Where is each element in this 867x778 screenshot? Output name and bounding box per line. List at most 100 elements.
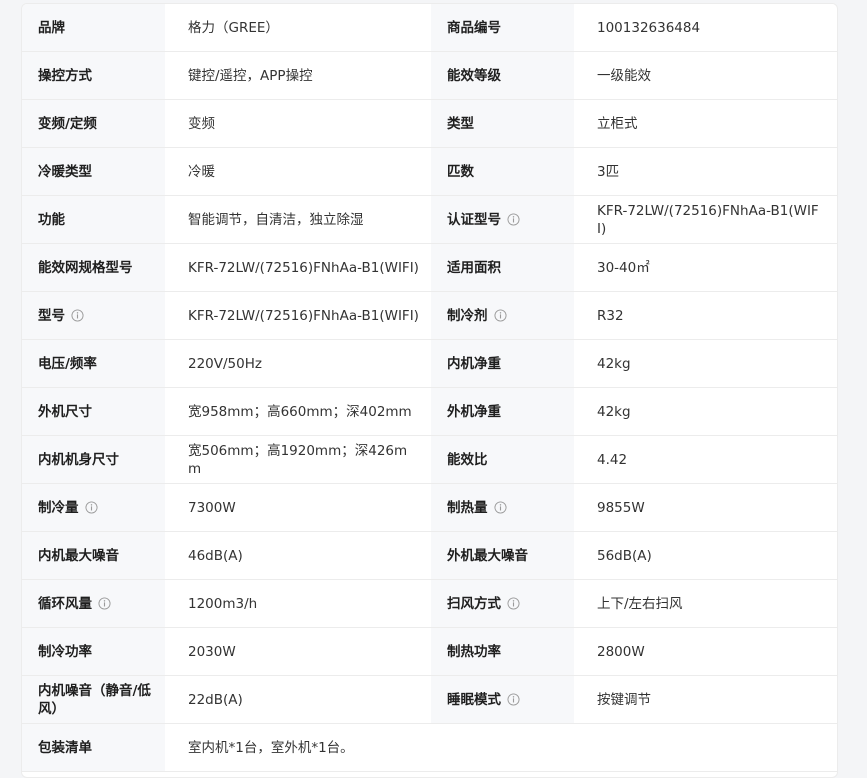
spec-label-cell: 变频/定频	[22, 100, 165, 148]
spec-table-card: 品牌 格力（GREE） 商品编号 100132636484 操控方式 键控/遥控，APP操…	[21, 3, 838, 778]
spec-label-text: 冷暖类型	[38, 163, 92, 180]
spec-value-text: 56dB(A)	[597, 547, 652, 564]
spec-value-cell: 42kg	[574, 388, 837, 436]
spec-value-cell: 按键调节	[574, 676, 837, 724]
spec-value-text: 智能调节，自清洁，独立除湿	[188, 211, 364, 228]
spec-value-text: 22dB(A)	[188, 691, 243, 708]
info-circle-icon[interactable]	[84, 501, 98, 514]
spec-value-text: 立柜式	[597, 115, 638, 132]
spec-value-cell: 100132636484	[574, 4, 837, 52]
spec-label-text: 内机最大噪音	[38, 547, 119, 564]
spec-value-text: 2030W	[188, 643, 236, 660]
spec-label-text: 外机最大噪音	[447, 547, 528, 564]
spec-value-text: R32	[597, 307, 624, 324]
spec-label-cell: 睡眠模式	[431, 676, 574, 724]
spec-label-cell: 外机尺寸	[22, 388, 165, 436]
spec-value-text: 宽506mm；高1920mm；深426mm	[188, 442, 408, 477]
spec-value-text: 1200m3/h	[188, 595, 258, 612]
spec-label-cell: 循环风量	[22, 580, 165, 628]
spec-value-text: 3匹	[597, 163, 620, 180]
spec-value-text: 100132636484	[597, 19, 701, 36]
spec-value-cell: KFR-72LW/(72516)FNhAa-B1(WIFI)	[165, 244, 431, 292]
spec-value-cell: 3匹	[574, 148, 837, 196]
spec-label-text: 变频/定频	[38, 115, 97, 132]
spec-value-cell: 上下/左右扫风	[574, 580, 837, 628]
spec-label-cell: 包装清单	[22, 724, 165, 772]
spec-label-text: 制冷功率	[38, 643, 92, 660]
spec-value-cell: 9855W	[574, 484, 837, 532]
spec-label-text: 外机尺寸	[38, 403, 92, 420]
spec-value-cell: 56dB(A)	[574, 532, 837, 580]
spec-value-text: KFR-72LW/(72516)FNhAa-B1(WIFI)	[597, 202, 819, 237]
spec-label-text: 类型	[447, 115, 474, 132]
info-circle-icon[interactable]	[507, 693, 520, 706]
spec-label-cell: 制冷剂	[431, 292, 574, 340]
spec-value-cell: 7300W	[165, 484, 431, 532]
spec-grid: 品牌 格力（GREE） 商品编号 100132636484 操控方式 键控/遥控，APP操…	[22, 4, 837, 772]
spec-label-text: 认证型号	[447, 211, 501, 228]
spec-value-cell: 智能调节，自清洁，独立除湿	[165, 196, 431, 244]
spec-value-text: KFR-72LW/(72516)FNhAa-B1(WIFI)	[188, 259, 419, 276]
spec-value-cell: 4.42	[574, 436, 837, 484]
info-circle-icon[interactable]	[98, 597, 111, 610]
spec-value-cell: 一级能效	[574, 52, 837, 100]
spec-label-text: 内机净重	[447, 355, 501, 372]
spec-label-cell: 匹数	[431, 148, 574, 196]
spec-label-cell: 扫风方式	[431, 580, 574, 628]
spec-value-text: 7300W	[188, 499, 236, 516]
spec-value-text: 46dB(A)	[188, 547, 243, 564]
spec-value-text: 上下/左右扫风	[597, 595, 683, 612]
spec-value-cell: 1200m3/h	[165, 580, 431, 628]
spec-label-cell: 内机净重	[431, 340, 574, 388]
spec-label-cell: 适用面积	[431, 244, 574, 292]
spec-value-cell: 220V/50Hz	[165, 340, 431, 388]
spec-label-text: 扫风方式	[447, 595, 501, 612]
info-circle-icon[interactable]	[493, 501, 507, 514]
spec-value-text: 一级能效	[597, 67, 651, 84]
spec-label-cell: 商品编号	[431, 4, 574, 52]
spec-value-text: 2800W	[597, 643, 645, 660]
spec-value-cell: 键控/遥控，APP操控	[165, 52, 431, 100]
spec-label-cell: 操控方式	[22, 52, 165, 100]
spec-label-text: 品牌	[38, 19, 65, 36]
spec-value-cell: KFR-72LW/(72516)FNhAa-B1(WIFI)	[574, 196, 837, 244]
spec-label-cell: 类型	[431, 100, 574, 148]
spec-value-cell: KFR-72LW/(72516)FNhAa-B1(WIFI)	[165, 292, 431, 340]
info-circle-icon[interactable]	[507, 213, 520, 226]
spec-label-text: 制冷量	[38, 499, 79, 516]
spec-label-text: 内机噪音（静音/低风）	[38, 682, 151, 717]
spec-value-text: 9855W	[597, 499, 645, 516]
spec-label-cell: 制热功率	[431, 628, 574, 676]
spec-label-text: 功能	[38, 211, 65, 228]
spec-value-text: 宽958mm；高660mm；深402mm	[188, 403, 412, 420]
spec-label-text: 循环风量	[38, 595, 92, 612]
spec-value-text: 42kg	[597, 403, 631, 420]
spec-value-cell: 宽506mm；高1920mm；深426mm	[165, 436, 431, 484]
spec-label-text: 商品编号	[447, 19, 501, 36]
spec-label-cell: 制冷功率	[22, 628, 165, 676]
spec-label-text: 内机机身尺寸	[38, 451, 119, 468]
spec-label-cell: 认证型号	[431, 196, 574, 244]
spec-value-text: 格力（GREE）	[188, 19, 279, 36]
spec-value-text: KFR-72LW/(72516)FNhAa-B1(WIFI)	[188, 307, 419, 324]
spec-value-cell: 30-40㎡	[574, 244, 837, 292]
info-circle-icon[interactable]	[71, 309, 84, 322]
spec-value-text: 30-40㎡	[597, 259, 650, 276]
spec-label-cell: 能效网规格型号	[22, 244, 165, 292]
spec-value-cell: 室内机*1台，室外机*1台。	[165, 724, 837, 772]
info-circle-icon[interactable]	[493, 309, 507, 322]
spec-value-cell: 42kg	[574, 340, 837, 388]
spec-label-cell: 内机机身尺寸	[22, 436, 165, 484]
spec-value-cell: 宽958mm；高660mm；深402mm	[165, 388, 431, 436]
spec-label-text: 操控方式	[38, 67, 92, 84]
spec-label-cell: 能效比	[431, 436, 574, 484]
info-circle-icon[interactable]	[507, 597, 520, 610]
spec-label-text: 能效网规格型号	[38, 259, 133, 276]
spec-label-text: 外机净重	[447, 403, 501, 420]
spec-label-cell: 制冷量	[22, 484, 165, 532]
spec-value-text: 42kg	[597, 355, 631, 372]
spec-label-cell: 功能	[22, 196, 165, 244]
spec-label-text: 包装清单	[38, 739, 92, 756]
spec-label-text: 匹数	[447, 163, 474, 180]
spec-label-text: 制冷剂	[447, 307, 488, 324]
